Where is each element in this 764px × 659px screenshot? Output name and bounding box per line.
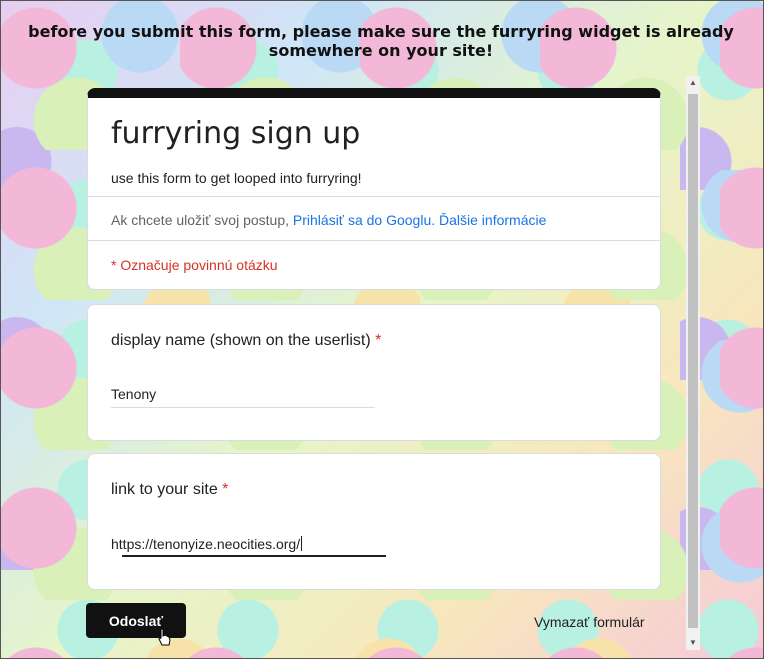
clear-form-button[interactable]: Vymazať formulár [534, 614, 645, 630]
site-link-value: https://tenonyize.neocities.org/ [111, 536, 301, 552]
text-caret [301, 536, 303, 551]
submit-button[interactable]: Odoslať [86, 603, 186, 638]
scroll-up-arrow-icon[interactable]: ▲ [686, 76, 700, 90]
question-label: display name (shown on the userlist) * [111, 332, 381, 350]
required-star: * [375, 332, 382, 349]
more-info-link[interactable]: Ďalšie informácie [439, 212, 546, 228]
question-card-display-name: display name (shown on the userlist) * T… [87, 304, 661, 441]
scrollbar[interactable]: ▲ ▼ [686, 76, 700, 650]
site-banner: before you submit this form, please make… [28, 22, 734, 60]
divider [88, 196, 660, 197]
form-header-card: furryring sign up use this form to get l… [87, 88, 661, 290]
site-link-input[interactable]: https://tenonyize.neocities.org/ [111, 536, 373, 552]
signin-row: Ak chcete uložiť svoj postup, Prihlásiť … [111, 212, 546, 228]
google-signin-link[interactable]: Prihlásiť sa do Googlu. [293, 212, 435, 228]
scroll-thumb[interactable] [688, 94, 698, 628]
input-underline-active [122, 555, 386, 557]
hand-cursor-icon [158, 628, 171, 646]
question-text: display name (shown on the userlist) [111, 332, 371, 349]
required-note: * Označuje povinnú otázku [111, 257, 278, 273]
display-name-input[interactable]: Tenony [111, 386, 373, 402]
divider [88, 240, 660, 241]
form-description: use this form to get looped into furryri… [111, 170, 362, 186]
question-text: link to your site [111, 481, 218, 498]
signin-prefix: Ak chcete uložiť svoj postup, [111, 212, 290, 228]
question-card-site-link: link to your site * https://tenonyize.ne… [87, 453, 661, 590]
scroll-down-arrow-icon[interactable]: ▼ [686, 636, 700, 650]
required-star: * [222, 481, 229, 498]
form-title: furryring sign up [111, 116, 361, 151]
input-underline [111, 407, 375, 408]
question-label: link to your site * [111, 481, 228, 499]
